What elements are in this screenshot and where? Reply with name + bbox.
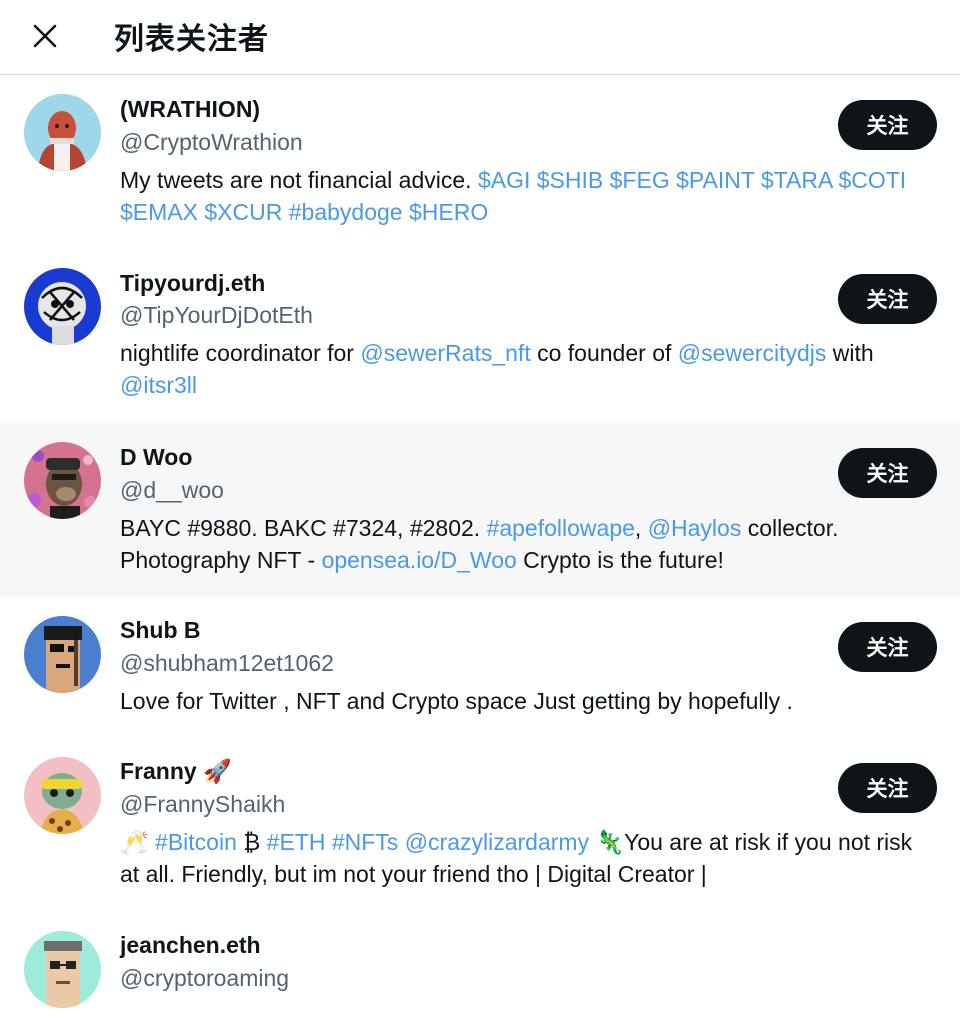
bio-link[interactable]: @sewercitydjs	[678, 340, 827, 366]
list-item[interactable]: Shub B @shubham12et1062 关注 Love for Twit…	[0, 597, 960, 738]
bio-text: ₿	[236, 829, 267, 855]
avatar[interactable]	[24, 616, 101, 693]
bio-link[interactable]: #NFTs	[332, 829, 398, 855]
avatar-image	[24, 757, 101, 834]
bio-text: nightlife coordinator for	[120, 340, 361, 366]
followers-list: (WRATHION) @CryptoWrathion 关注 My tweets …	[0, 76, 960, 1032]
user-bio: My tweets are not financial advice. $AGI…	[120, 164, 930, 228]
avatar-image	[24, 94, 101, 171]
user-bio: nightlife coordinator for @sewerRats_nft…	[120, 337, 930, 401]
bio-text: ,	[634, 515, 648, 541]
list-item[interactable]: D Woo @d__woo 关注 BAYC #9880. BAKC #7324,…	[0, 423, 960, 597]
avatar[interactable]	[24, 757, 101, 834]
bio-text: co founder of	[530, 340, 678, 366]
bio-link[interactable]: @Haylos	[648, 515, 742, 541]
list-item[interactable]: jeanchen.eth @cryptoroaming	[0, 912, 960, 1032]
bio-link[interactable]: $XCUR	[204, 199, 282, 225]
user-name[interactable]: (WRATHION)	[120, 96, 260, 123]
bio-link[interactable]: $FEG	[610, 167, 670, 193]
follow-button[interactable]: 关注	[838, 274, 937, 324]
user-handle[interactable]: @d__woo	[120, 477, 224, 504]
bio-text: My tweets are not financial advice.	[120, 167, 478, 193]
bio-link[interactable]: @crazylizardarmy	[405, 829, 589, 855]
user-name[interactable]: Tipyourdj.eth	[120, 270, 265, 297]
avatar[interactable]	[24, 931, 101, 1008]
avatar[interactable]	[24, 442, 101, 519]
user-handle[interactable]: @shubham12et1062	[120, 650, 334, 677]
bio-text: BAYC #9880. BAKC #7324, #2802.	[120, 515, 487, 541]
follow-button[interactable]: 关注	[838, 763, 937, 813]
follow-button[interactable]: 关注	[838, 622, 937, 672]
user-handle[interactable]: @CryptoWrathion	[120, 129, 303, 156]
avatar-image	[24, 616, 101, 693]
bio-link[interactable]: #babydoge	[289, 199, 403, 225]
user-handle[interactable]: @cryptoroaming	[120, 965, 289, 992]
bio-link[interactable]: $HERO	[409, 199, 488, 225]
avatar[interactable]	[24, 268, 101, 345]
avatar-image	[24, 442, 101, 519]
avatar-image	[24, 268, 101, 345]
bio-link[interactable]: #ETH	[267, 829, 326, 855]
user-handle[interactable]: @TipYourDjDotEth	[120, 302, 313, 329]
list-item[interactable]: Tipyourdj.eth @TipYourDjDotEth 关注 nightl…	[0, 250, 960, 423]
close-icon	[33, 24, 57, 48]
avatar[interactable]	[24, 94, 101, 171]
user-handle[interactable]: @FrannyShaikh	[120, 791, 285, 818]
bio-link[interactable]: $SHIB	[537, 167, 603, 193]
user-bio: 🥂 #Bitcoin ₿ #ETH #NFTs @crazylizardarmy…	[120, 826, 930, 890]
bio-text: Love for Twitter , NFT and Crypto space …	[120, 688, 793, 714]
bio-link[interactable]: #Bitcoin	[155, 829, 237, 855]
user-name[interactable]: Franny 🚀	[120, 758, 232, 785]
bio-link[interactable]: @sewerRats_nft	[360, 340, 530, 366]
bio-text: 🥂	[120, 829, 156, 855]
follow-button[interactable]: 关注	[838, 100, 937, 150]
bio-link[interactable]: $PAINT	[676, 167, 754, 193]
bio-link[interactable]: $COTI	[838, 167, 906, 193]
bio-text: Crypto is the future!	[516, 547, 724, 573]
bio-text: with	[826, 340, 874, 366]
user-name[interactable]: Shub B	[120, 617, 201, 644]
modal-header: 列表关注者	[0, 0, 960, 75]
list-item[interactable]: Franny 🚀 @FrannyShaikh 关注 🥂 #Bitcoin ₿ #…	[0, 738, 960, 912]
user-bio: Love for Twitter , NFT and Crypto space …	[120, 685, 930, 717]
bio-link[interactable]: $EMAX	[120, 199, 198, 225]
list-item[interactable]: (WRATHION) @CryptoWrathion 关注 My tweets …	[0, 76, 960, 250]
user-bio: BAYC #9880. BAKC #7324, #2802. #apefollo…	[120, 512, 930, 576]
user-name[interactable]: D Woo	[120, 444, 192, 471]
user-name[interactable]: jeanchen.eth	[120, 932, 261, 959]
bio-link[interactable]: $TARA	[761, 167, 832, 193]
follow-button[interactable]: 关注	[838, 448, 937, 498]
avatar-image	[24, 931, 101, 1008]
close-button[interactable]	[22, 13, 68, 59]
bio-link[interactable]: opensea.io/D_Woo	[322, 547, 517, 573]
bio-link[interactable]: $AGI	[478, 167, 530, 193]
bio-link[interactable]: @itsr3ll	[120, 372, 197, 398]
bio-link[interactable]: #apefollowape	[487, 515, 635, 541]
page-title: 列表关注者	[114, 22, 269, 57]
